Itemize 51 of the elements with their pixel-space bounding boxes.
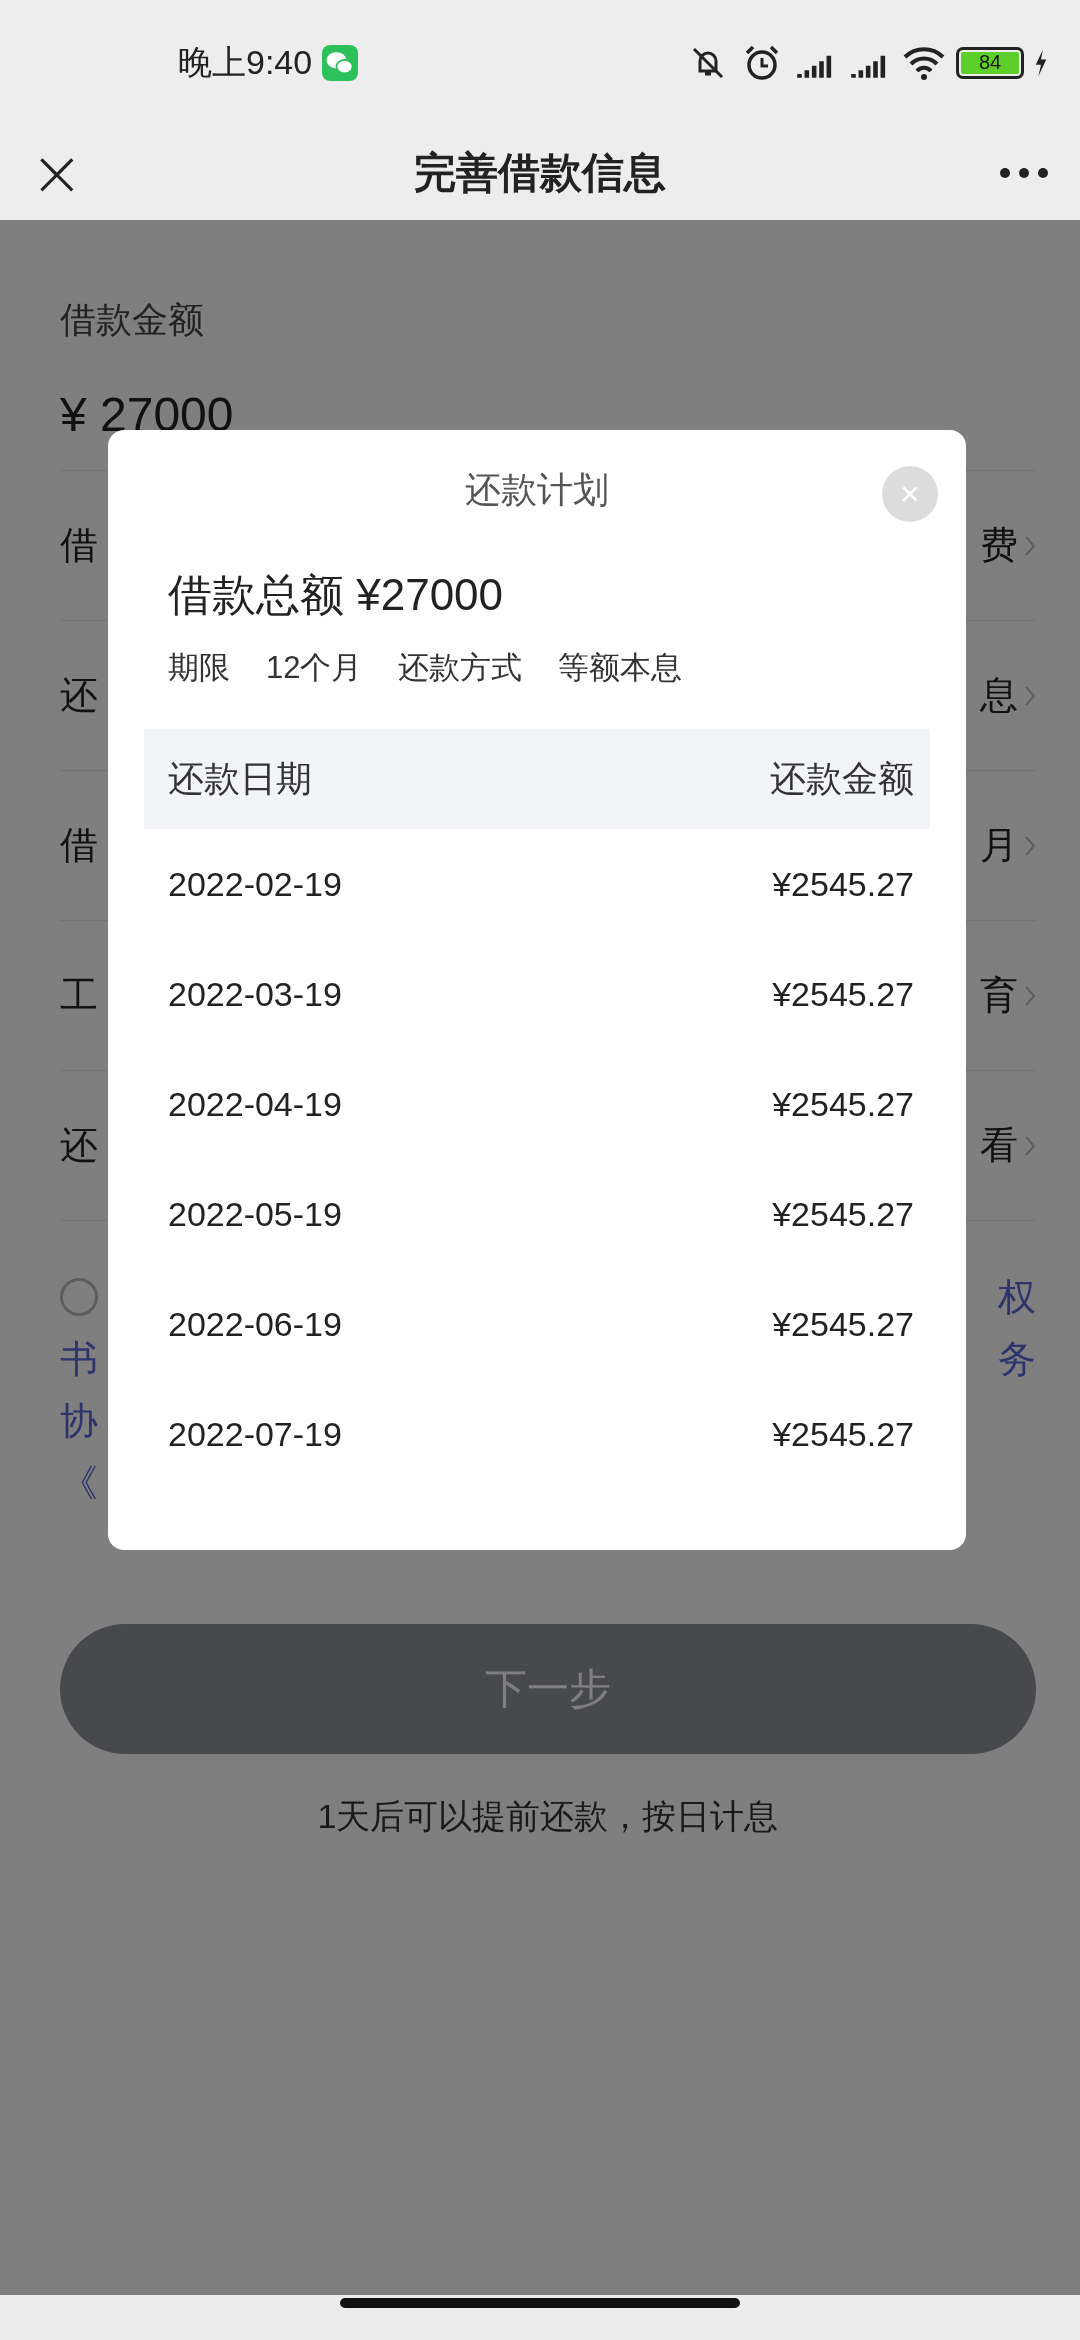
agreement-link[interactable]: 协 xyxy=(60,1395,98,1447)
row-value: 息 xyxy=(980,673,1018,718)
home-indicator[interactable] xyxy=(340,2298,740,2308)
term-text: 还款方式 xyxy=(398,649,523,687)
chevron-right-icon xyxy=(1024,684,1036,707)
agreement-link[interactable]: 务 xyxy=(998,1333,1036,1385)
row-value: 育 xyxy=(980,973,1018,1018)
column-header: 还款日期 xyxy=(168,756,312,801)
table-cell: ¥2545.27 xyxy=(772,1414,914,1454)
charging-icon xyxy=(1034,48,1048,77)
table-cell: 2022-03-19 xyxy=(168,974,342,1014)
battery-level: 84 xyxy=(978,51,1002,74)
table-cell: ¥2545.27 xyxy=(772,974,914,1014)
row-label: 借 xyxy=(60,523,98,568)
term-text: 期限 xyxy=(168,649,230,687)
table-cell: ¥2545.27 xyxy=(772,1194,914,1234)
table-cell: ¥2545.27 xyxy=(772,864,914,904)
chevron-right-icon xyxy=(1024,534,1036,557)
agree-checkbox[interactable] xyxy=(60,1278,98,1316)
loan-total: 借款总额 ¥27000 xyxy=(168,569,505,621)
chevron-right-icon xyxy=(1024,984,1036,1007)
chevron-right-icon xyxy=(1024,1134,1036,1157)
field-label: 借款金额 xyxy=(60,298,205,342)
table-cell: ¥2545.27 xyxy=(772,1084,914,1124)
row-label: 还 xyxy=(60,1123,98,1168)
row-value: 看 xyxy=(980,1123,1018,1168)
table-cell: 2022-05-19 xyxy=(168,1194,342,1234)
row-value: 费 xyxy=(980,523,1018,568)
page-title: 完善借款信息 xyxy=(414,147,666,198)
agreement-link[interactable]: 权 xyxy=(998,1271,1036,1323)
row-value: 月 xyxy=(980,823,1018,868)
close-button[interactable] xyxy=(882,466,938,522)
table-cell: 2022-06-19 xyxy=(168,1304,342,1344)
table-cell: ¥2545.27 xyxy=(772,1304,914,1344)
repayment-note: 1天后可以提前还款，按日计息 xyxy=(316,1796,780,1837)
table-cell: 2022-07-19 xyxy=(168,1414,342,1454)
row-label: 还 xyxy=(60,673,98,718)
table-cell: 2022-04-19 xyxy=(168,1084,342,1124)
table-cell: 2022-02-19 xyxy=(168,864,342,904)
status-time: 晚上9:40 xyxy=(178,41,313,83)
row-label: 工 xyxy=(60,973,98,1018)
term-text: 12个月 xyxy=(266,649,363,687)
chat-app-icon xyxy=(322,44,359,81)
agreement-link[interactable]: 书 xyxy=(60,1333,98,1385)
term-text: 等额本息 xyxy=(558,649,683,687)
chevron-right-icon xyxy=(1024,834,1036,857)
column-header: 还款金额 xyxy=(770,756,914,801)
close-button[interactable]: × xyxy=(30,140,80,205)
row-label: 借 xyxy=(60,823,98,868)
agreement-link[interactable]: 《 xyxy=(60,1457,98,1509)
dialog-title: 还款计划 xyxy=(464,468,610,512)
